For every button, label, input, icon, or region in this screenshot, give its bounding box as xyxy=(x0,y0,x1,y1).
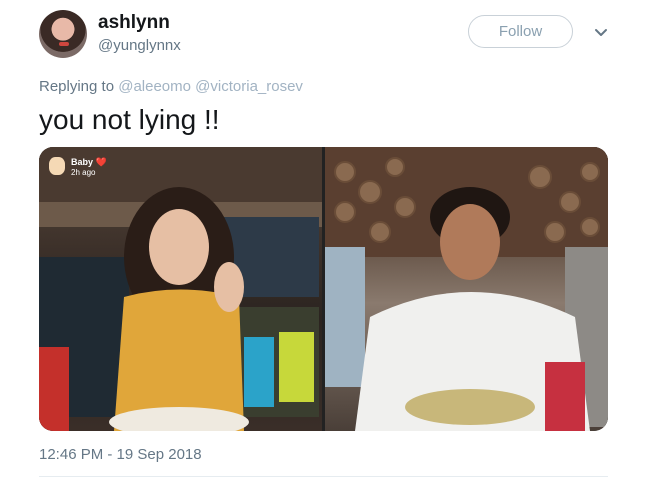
avatar[interactable] xyxy=(39,10,87,58)
replying-to-line: Replying to @aleeomo @victoria_rosev xyxy=(39,78,303,95)
display-name[interactable]: ashlynn xyxy=(98,12,170,34)
user-handle[interactable]: @yunglynnx xyxy=(98,37,181,54)
follow-button[interactable]: Follow xyxy=(468,15,573,48)
chevron-down-icon[interactable] xyxy=(594,26,608,40)
photo-right-illustration xyxy=(325,147,608,431)
follow-button-label: Follow xyxy=(498,23,543,40)
snap-name: Baby xyxy=(71,157,94,167)
photo-left-illustration xyxy=(39,147,322,431)
divider xyxy=(39,476,608,477)
media-photo-left[interactable]: Baby ❤️ 2h ago xyxy=(39,147,322,431)
avatar-detail xyxy=(59,42,69,46)
snap-avatar-icon xyxy=(49,157,65,175)
replying-to-label: Replying to xyxy=(39,78,115,95)
mention-link[interactable]: @aleeomo xyxy=(118,78,191,95)
snap-overlay: Baby ❤️ 2h ago xyxy=(71,157,107,178)
tweet-text: you not lying !! xyxy=(39,104,220,135)
tweet-timestamp[interactable]: 12:46 PM - 19 Sep 2018 xyxy=(39,446,202,463)
snap-time: 2h ago xyxy=(71,168,96,177)
heart-icon: ❤️ xyxy=(95,157,107,167)
media-photo-right[interactable] xyxy=(325,147,608,431)
tweet-media[interactable]: Baby ❤️ 2h ago xyxy=(39,147,608,431)
mention-link[interactable]: @victoria_rosev xyxy=(195,78,303,95)
